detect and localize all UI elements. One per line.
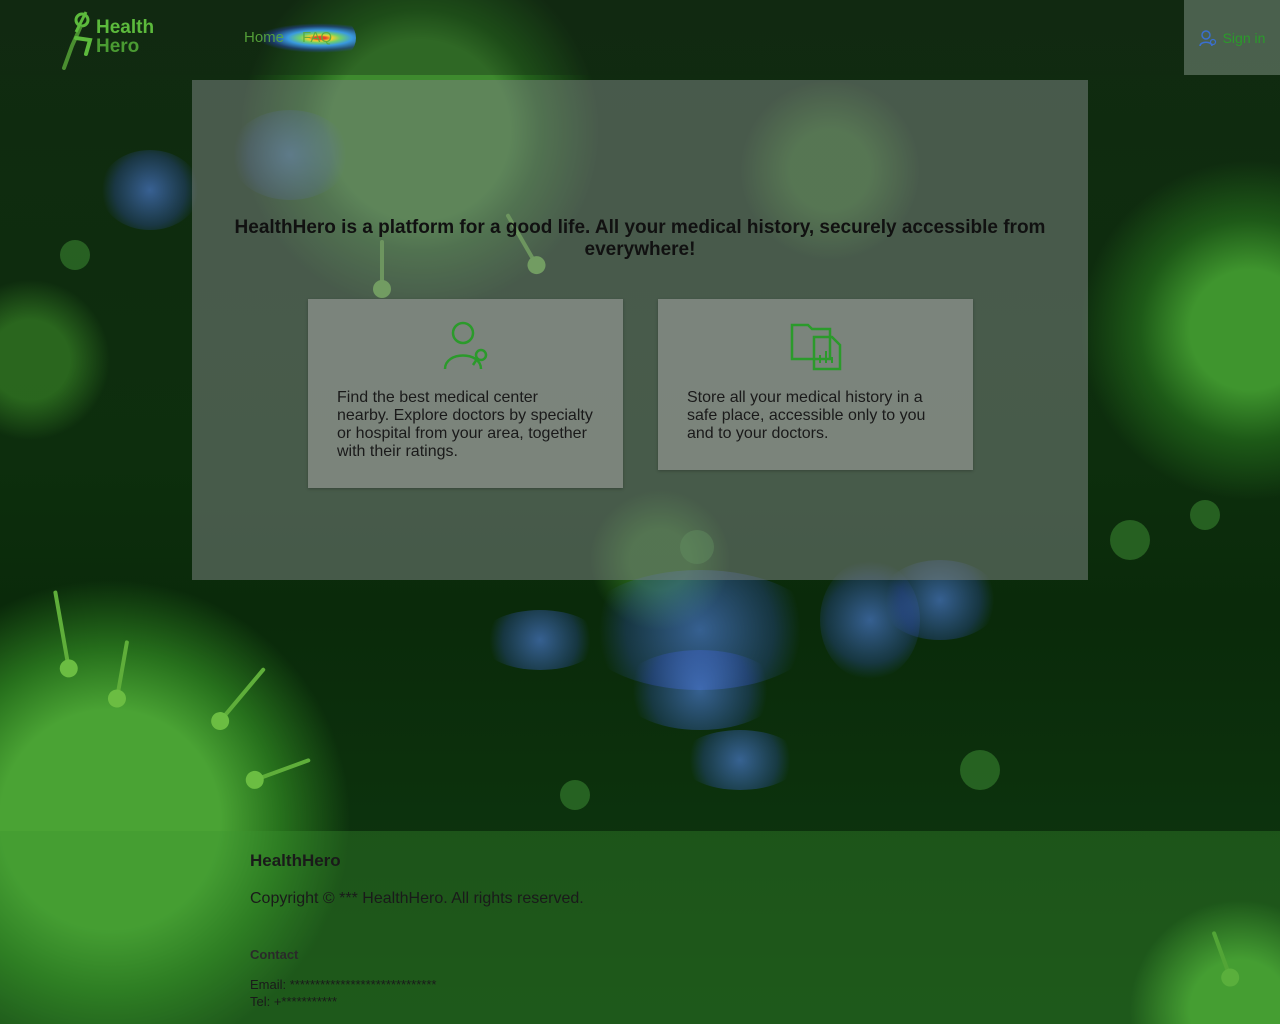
nav-faq-link[interactable]: FAQ bbox=[302, 29, 332, 46]
logo-text: Health Hero bbox=[96, 18, 154, 56]
sign-in-button[interactable]: Sign in bbox=[1184, 0, 1280, 75]
user-icon bbox=[1198, 29, 1216, 46]
nav-home-link[interactable]: Home bbox=[244, 29, 284, 46]
hero-panel: HealthHero is a platform for a good life… bbox=[192, 80, 1088, 580]
copyright-text: Copyright © *** HealthHero. All rights r… bbox=[250, 890, 584, 907]
card-description: Find the best medical center nearby. Exp… bbox=[337, 389, 593, 460]
healthhero-logo[interactable]: Health Hero bbox=[52, 6, 172, 70]
footer-brand: HealthHero bbox=[250, 851, 341, 870]
contact-phone: Tel: +*********** bbox=[250, 994, 338, 1009]
logo-line-2: Hero bbox=[96, 36, 140, 57]
contact-email: Email: ***************************** bbox=[250, 977, 437, 992]
contact-heading: Contact bbox=[250, 947, 299, 962]
top-navigation-bar: Health Hero Home FAQ Sign in bbox=[0, 0, 1280, 75]
page-footer: HealthHero Copyright © *** HealthHero. A… bbox=[0, 831, 1280, 1024]
sign-in-label: Sign in bbox=[1222, 29, 1266, 46]
logo-line-1: Health bbox=[96, 17, 155, 38]
doctor-search-icon bbox=[443, 321, 487, 370]
folder-chart-icon bbox=[790, 323, 841, 371]
card-description: Store all your medical history in a safe… bbox=[687, 389, 926, 442]
medical-history-card[interactable]: Store all your medical history in a safe… bbox=[658, 299, 973, 470]
runner-logo-icon bbox=[62, 11, 93, 70]
find-medical-center-card[interactable]: Find the best medical center nearby. Exp… bbox=[308, 299, 623, 488]
page-headline: HealthHero is a platform for a good life… bbox=[234, 217, 1046, 260]
